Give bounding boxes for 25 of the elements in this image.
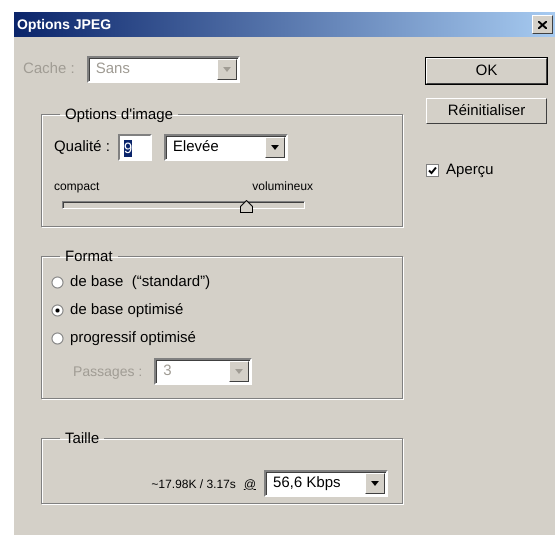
size-estimate: ~17.98K / 3.17s [151,476,236,492]
slider-thumb[interactable] [240,200,254,213]
radio-option[interactable]: de base (“standard”) [51,268,390,296]
quality-field[interactable]: 9 [118,134,152,161]
dialog-button[interactable]: Réinitialiser [426,98,547,124]
dialog-button[interactable]: OK [426,58,547,84]
radio-option[interactable]: progressif optimisé [51,324,390,352]
caret-icon [235,369,244,374]
group-title: Options d'image [64,107,174,122]
group-title: Taille [64,431,100,446]
speed-dropdown[interactable]: 56,6 Kbps [264,470,388,497]
quality-dropdown[interactable]: Elevée [164,134,288,161]
preview-checkbox[interactable]: Aperçu [426,159,547,182]
group-title: Format [64,249,114,264]
radio-option[interactable]: de base optimisé [51,296,390,324]
window-title: Options JPEG [17,15,112,34]
caret-icon [270,145,279,150]
close-icon [538,20,547,28]
caret-icon [222,67,231,72]
close-button[interactable] [532,15,553,34]
quality-label: Qualité : [54,137,110,158]
at-label: @ [244,476,256,492]
slider-min-label: compact [54,178,100,195]
caret-icon [371,481,379,486]
slider-max-label: volumineux [252,178,313,195]
